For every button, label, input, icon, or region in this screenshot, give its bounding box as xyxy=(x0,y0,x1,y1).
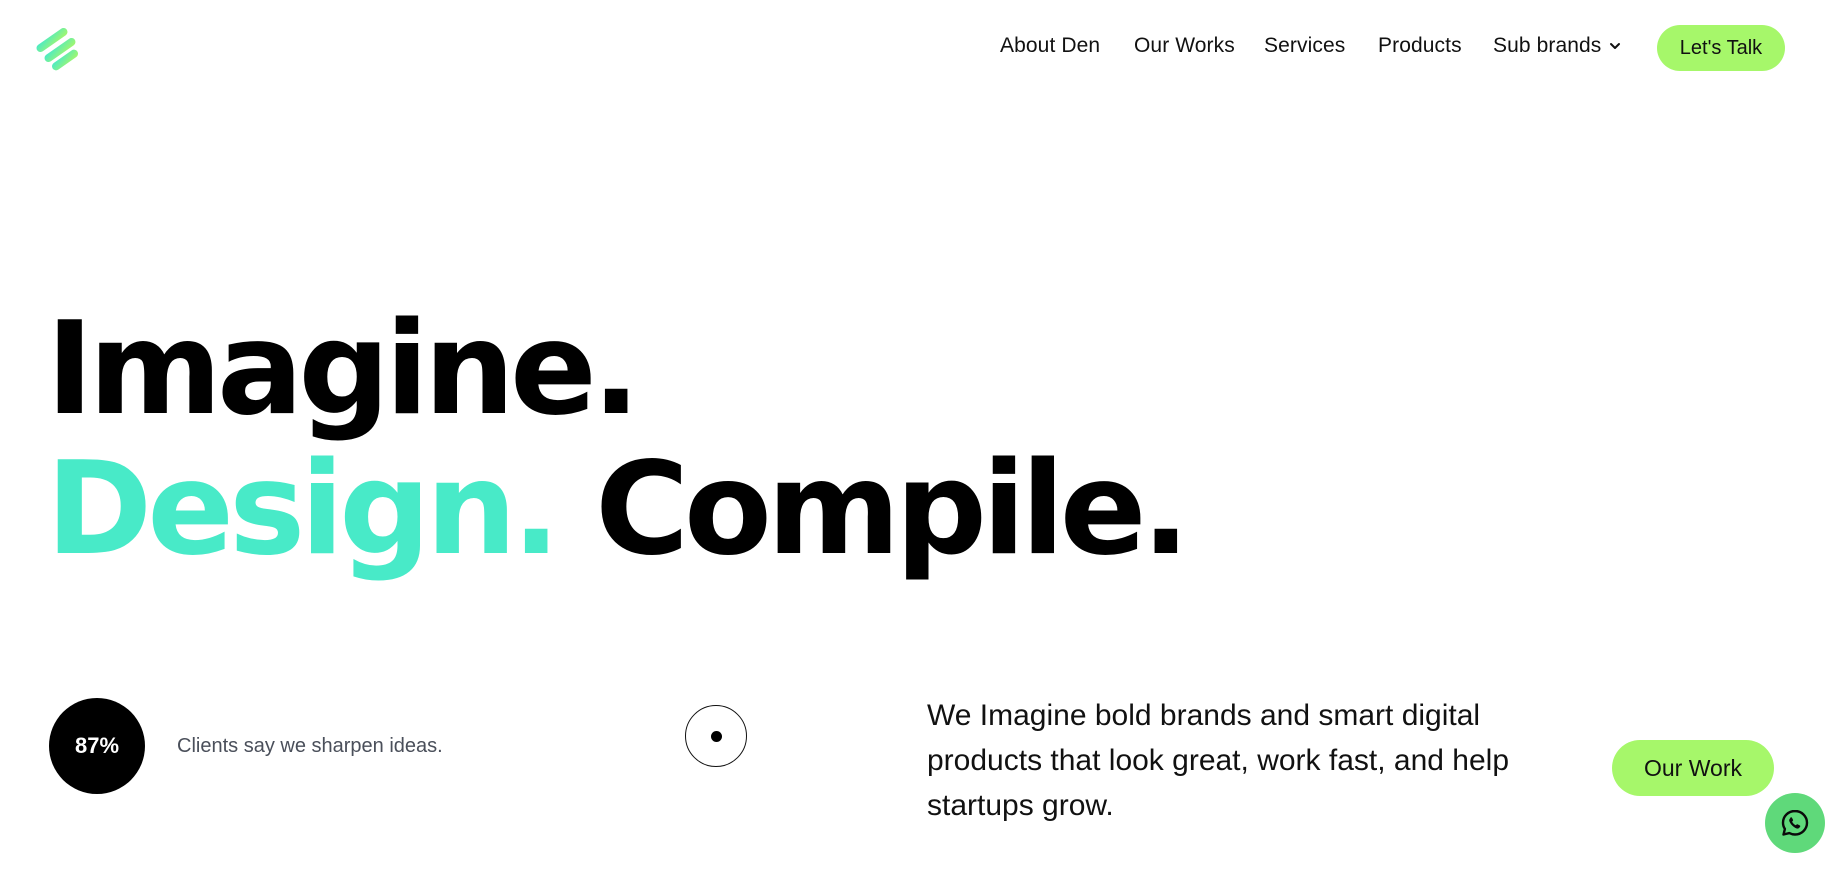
target-dot-icon xyxy=(685,705,747,767)
whatsapp-icon[interactable] xyxy=(1765,793,1825,853)
nav-sub-brands[interactable]: Sub brands xyxy=(1493,34,1621,58)
target-center-dot xyxy=(710,730,722,742)
nav-services[interactable]: Services xyxy=(1264,34,1345,58)
main-nav: About Den Our Works Services Products Su… xyxy=(0,0,1838,96)
nav-about-den[interactable]: About Den xyxy=(1000,34,1100,58)
our-work-button[interactable]: Our Work xyxy=(1612,740,1774,796)
lets-talk-button[interactable]: Let's Talk xyxy=(1657,25,1785,71)
intro-text: We Imagine bold brands and smart digital… xyxy=(927,699,1509,822)
headline-design: Design. xyxy=(46,435,560,584)
headline-line-imagine: Imagine. xyxy=(46,295,640,444)
headline-compile: Compile. xyxy=(595,435,1190,584)
stat-badge: 87% xyxy=(49,698,145,794)
nav-products[interactable]: Products xyxy=(1378,34,1462,58)
nav-our-works[interactable]: Our Works xyxy=(1134,34,1235,58)
headline-line-2: Design. Compile. xyxy=(46,440,1190,580)
stat-caption: Clients say we sharpen ideas. xyxy=(177,735,443,757)
landing-page: About Den Our Works Services Products Su… xyxy=(0,0,1838,879)
nav-sub-brands-label: Sub brands xyxy=(1493,34,1602,57)
hero-headline: Imagine. Design. Compile. xyxy=(46,295,1190,580)
chevron-down-icon xyxy=(1609,40,1621,52)
